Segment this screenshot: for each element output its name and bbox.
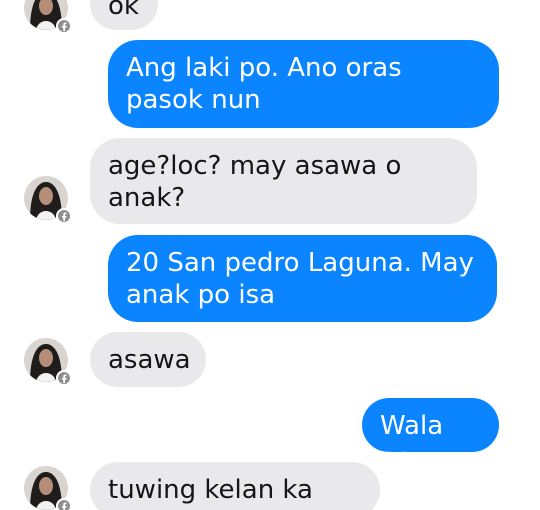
incoming-message[interactable]: asawa (90, 332, 206, 387)
outgoing-message[interactable]: Wala po (362, 398, 499, 473)
facebook-badge-icon (56, 498, 72, 510)
incoming-message[interactable]: ok (90, 0, 158, 30)
message-thread: ok Ang laki po. Ano oras pasok nun age?l… (0, 0, 540, 510)
facebook-badge-icon (56, 208, 72, 224)
incoming-message[interactable]: tuwing kelan ka free (90, 462, 380, 510)
contact-avatar-icon[interactable] (24, 0, 72, 34)
incoming-message[interactable]: age?loc? may asawa o anak? (90, 138, 477, 224)
outgoing-message[interactable]: 20 San pedro Laguna. May anak po isa (108, 235, 497, 322)
facebook-badge-icon (56, 18, 72, 34)
outgoing-message[interactable]: Ang laki po. Ano oras pasok nun (108, 40, 499, 128)
contact-avatar-icon[interactable] (24, 176, 72, 224)
facebook-badge-icon (56, 370, 72, 386)
contact-avatar-icon[interactable] (24, 338, 72, 386)
contact-avatar-icon[interactable] (24, 466, 72, 510)
